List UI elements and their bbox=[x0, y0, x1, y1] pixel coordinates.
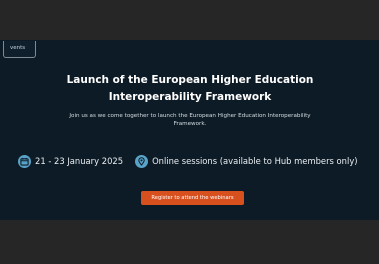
event-title-line-2: Interoperability Framework bbox=[108, 91, 272, 103]
map-pin-icon bbox=[135, 154, 149, 168]
event-info-row: 21 - 23 January 2025 Online sessions (av… bbox=[18, 152, 358, 170]
calendar-icon bbox=[18, 154, 31, 168]
events-tab[interactable]: vents bbox=[3, 41, 37, 58]
events-tab-label: vents bbox=[10, 45, 26, 51]
event-subtitle-line-1: Join us as we come together to launch th… bbox=[69, 113, 311, 119]
event-subtitle: Join us as we come together to launch th… bbox=[40, 112, 340, 128]
top-letterbox bbox=[0, 0, 379, 40]
bottom-letterbox bbox=[0, 220, 379, 264]
event-title-line-1: Launch of the European Higher Education bbox=[66, 74, 314, 86]
event-subtitle-line-2: Framework. bbox=[173, 121, 207, 127]
event-location: Online sessions (available to Hub member… bbox=[152, 156, 358, 166]
register-webinars-button[interactable]: Register to attend the webinars bbox=[141, 191, 244, 205]
event-title: Launch of the European Higher Education … bbox=[40, 72, 340, 106]
event-dates: 21 - 23 January 2025 bbox=[35, 156, 124, 166]
